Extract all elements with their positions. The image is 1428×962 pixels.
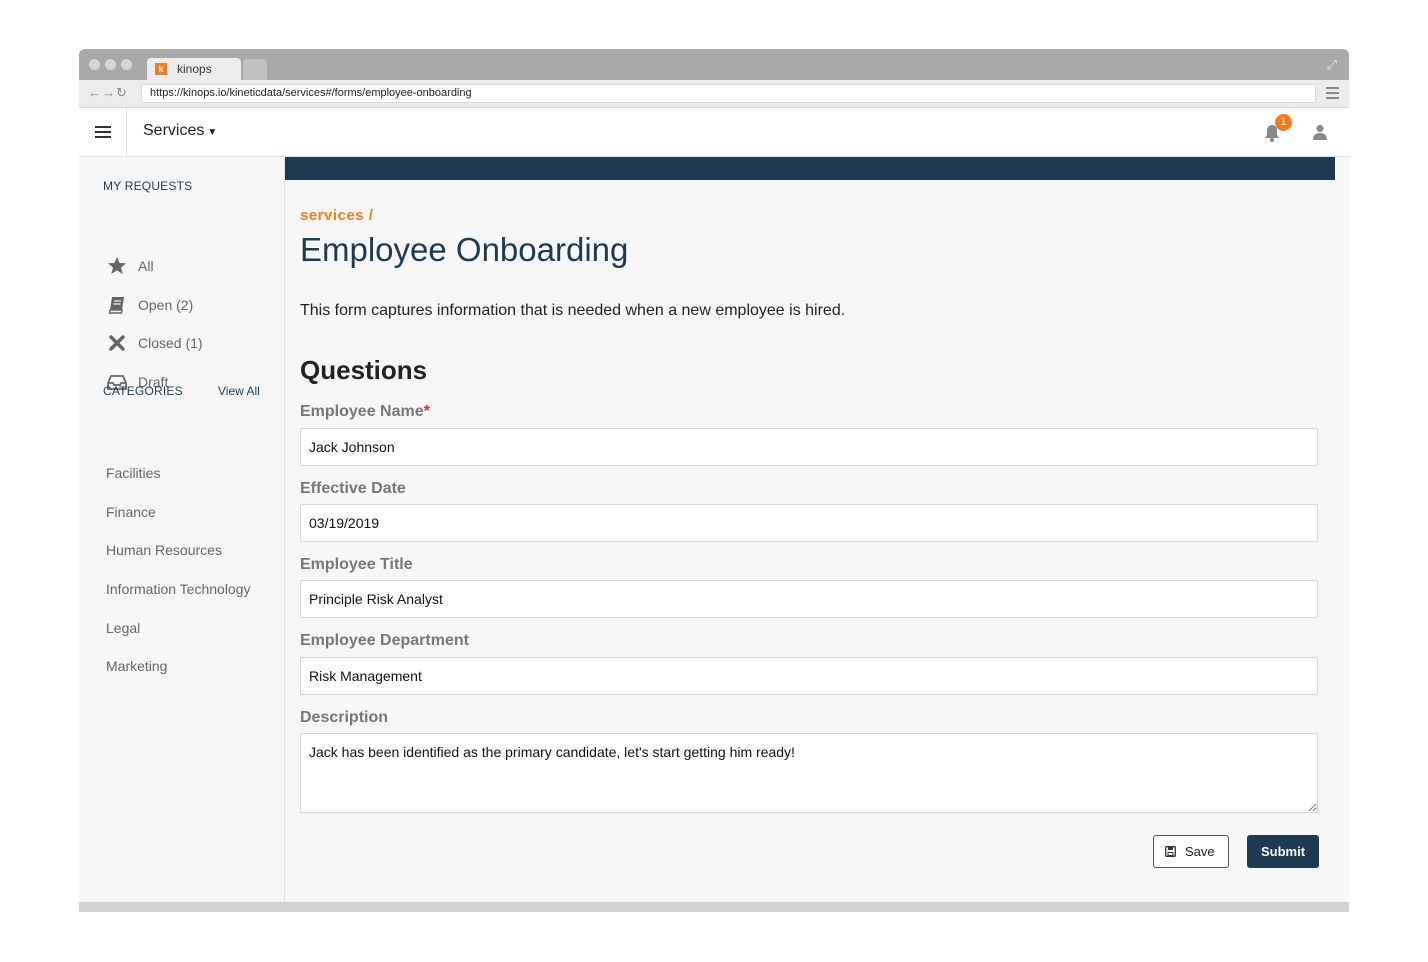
forward-icon[interactable]: →	[102, 85, 116, 100]
new-tab-button[interactable]	[243, 59, 267, 80]
window-zoom-dot[interactable]	[121, 59, 132, 70]
star-icon	[108, 257, 126, 274]
effective-date-input[interactable]	[300, 504, 1318, 542]
back-icon[interactable]: ←	[88, 85, 102, 100]
form-description: This form captures information that is n…	[300, 302, 846, 319]
nav-arrows: ←→↻	[88, 85, 128, 101]
description-textarea[interactable]: Jack has been identified as the primary …	[300, 733, 1318, 813]
sidebar-category-finance[interactable]: Finance	[106, 504, 156, 520]
sidebar-item-label: Closed (1)	[138, 335, 203, 351]
browser-window: k kinops ⤢ ←→↻ https://kinops.io/kinetic…	[79, 49, 1349, 912]
notification-badge: 1	[1275, 114, 1292, 131]
employee-name-label: Employee Name*	[300, 403, 430, 421]
required-marker: *	[423, 403, 430, 420]
submit-button[interactable]: Submit	[1247, 835, 1319, 868]
favicon-icon: k	[155, 63, 167, 75]
reload-icon[interactable]: ↻	[116, 85, 128, 100]
sidebar-category-facilities[interactable]: Facilities	[106, 465, 160, 481]
caret-down-icon: ▼	[207, 127, 218, 138]
x-icon	[109, 335, 125, 351]
main-content: services / Employee Onboarding This form…	[285, 157, 1335, 902]
my-requests-heading: MY REQUESTS	[103, 179, 193, 193]
window-bottom-bar	[79, 902, 1349, 912]
employee-title-label: Employee Title	[300, 556, 413, 573]
browser-menu-icon[interactable]	[1326, 87, 1339, 102]
floppy-disk-icon	[1165, 846, 1176, 857]
sidebar-category-information-technology[interactable]: Information Technology	[106, 581, 251, 597]
sidebar-item-label: Open (2)	[138, 297, 194, 313]
browser-tab[interactable]: k kinops	[147, 58, 241, 80]
window-minimize-dot[interactable]	[105, 59, 116, 70]
save-button-label: Save	[1185, 844, 1215, 859]
categories-heading: CATEGORIES	[103, 384, 183, 398]
user-icon[interactable]	[1313, 124, 1327, 140]
fullscreen-icon[interactable]: ⤢	[1327, 57, 1337, 73]
browser-titlebar: k kinops ⤢	[79, 49, 1349, 80]
page-title: Employee Onboarding	[300, 231, 629, 268]
employee-name-input[interactable]	[300, 428, 1318, 466]
section-title: Questions	[300, 355, 428, 385]
browser-toolbar: ←→↻ https://kinops.io/kineticdata/servic…	[79, 80, 1349, 108]
employee-title-input[interactable]	[300, 580, 1318, 618]
address-bar[interactable]: https://kinops.io/kineticdata/services#/…	[141, 84, 1316, 103]
employee-department-label: Employee Department	[300, 632, 469, 649]
header-divider	[126, 108, 127, 157]
description-label: Description	[300, 709, 389, 726]
sidebar-category-legal[interactable]: Legal	[106, 620, 140, 636]
effective-date-label: Effective Date	[300, 480, 406, 497]
sidebar-category-human-resources[interactable]: Human Resources	[106, 542, 222, 558]
window-close-dot[interactable]	[89, 59, 100, 70]
sidebar-category-marketing[interactable]: Marketing	[106, 658, 167, 674]
hero-band	[285, 157, 1335, 180]
hamburger-menu-icon[interactable]	[95, 126, 111, 141]
sidebar-item-label: All	[138, 258, 154, 274]
employee-name-label-text: Employee Name	[300, 403, 424, 420]
app-header: Services ▼ 1	[79, 108, 1349, 157]
book-icon	[108, 297, 124, 314]
view-all-link[interactable]: View All	[218, 384, 260, 398]
breadcrumb[interactable]: services /	[300, 207, 373, 224]
services-dropdown[interactable]: Services ▼	[143, 122, 217, 140]
employee-department-input[interactable]	[300, 657, 1318, 695]
services-dropdown-label: Services	[143, 122, 205, 139]
tab-title: kinops	[177, 62, 212, 76]
sidebar: MY REQUESTS All Open (2) Closed (1) Draf…	[79, 157, 285, 902]
save-button[interactable]: Save	[1153, 835, 1229, 868]
